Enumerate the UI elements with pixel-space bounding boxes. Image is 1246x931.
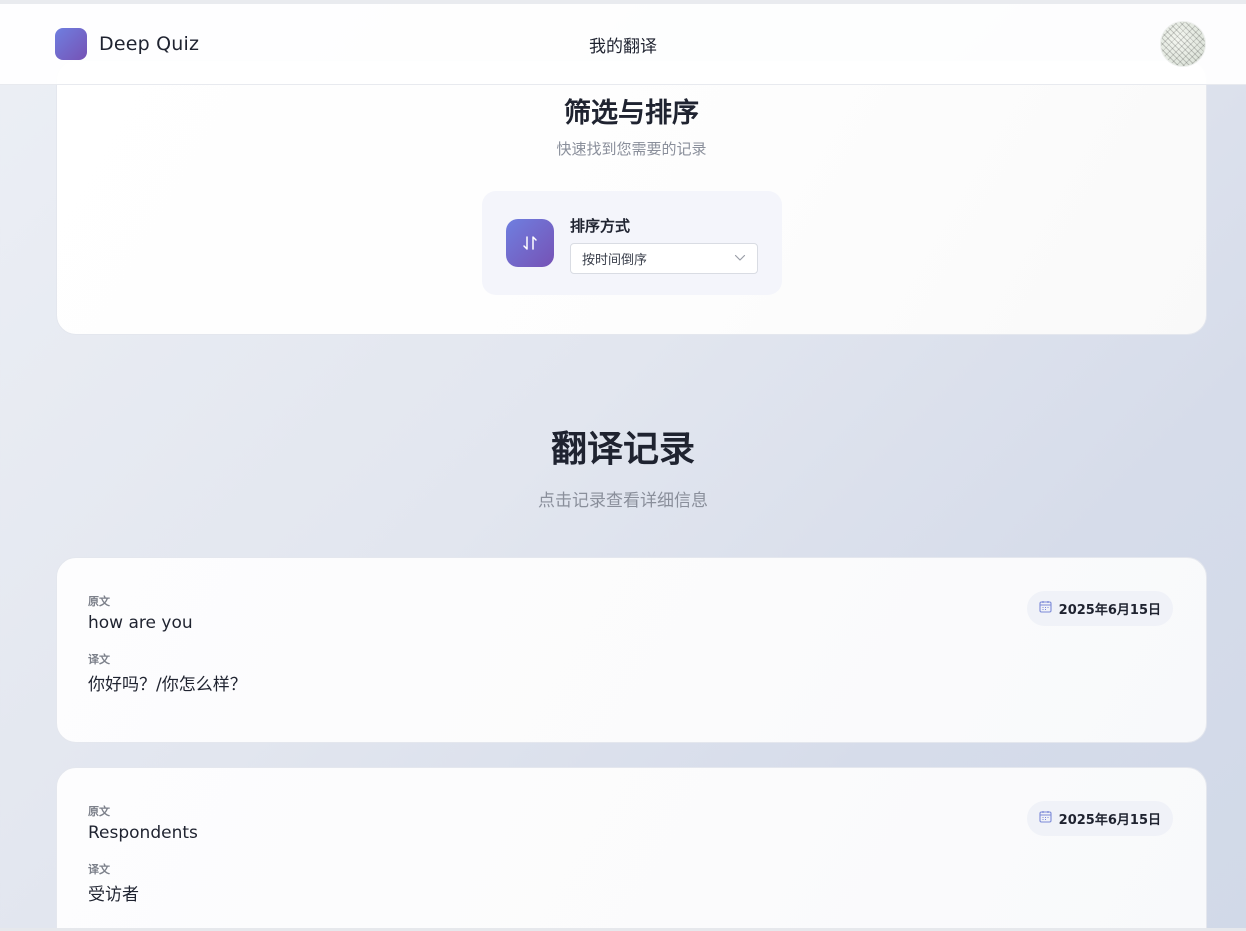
target-label: 译文 xyxy=(88,863,110,876)
sort-select-value: 按时间倒序 xyxy=(582,253,648,268)
records-title: 翻译记录 xyxy=(550,429,695,470)
calendar-icon xyxy=(1039,810,1052,827)
sort-arrows-icon xyxy=(506,219,554,267)
source-text: how are you xyxy=(88,613,193,633)
target-text: 你好吗？/你怎么样？ xyxy=(88,675,247,695)
user-avatar[interactable] xyxy=(1160,21,1206,67)
sort-select[interactable]: 按时间倒序 xyxy=(570,243,758,274)
filter-title: 筛选与排序 xyxy=(564,98,699,129)
record-card[interactable]: 原文 Respondents 译文 受访者 2025年6月15日 xyxy=(56,767,1207,931)
chevron-down-icon xyxy=(734,251,746,266)
date-text: 2025年6月15日 xyxy=(1058,603,1161,618)
records-subtitle: 点击记录查看详细信息 xyxy=(538,491,708,511)
sort-panel: 排序方式 按时间倒序 xyxy=(482,191,782,295)
date-badge: 2025年6月15日 xyxy=(1026,801,1173,836)
brand-name: Deep Quiz xyxy=(99,33,200,55)
app-logo xyxy=(55,28,87,60)
brand[interactable]: Deep Quiz xyxy=(55,28,199,60)
source-text: Respondents xyxy=(88,823,198,843)
date-badge: 2025年6月15日 xyxy=(1026,591,1173,626)
sort-label: 排序方式 xyxy=(570,217,631,235)
page-title: 我的翻译 xyxy=(589,36,657,57)
record-card[interactable]: 原文 how are you 译文 你好吗？/你怎么样？ 2025年6月15日 xyxy=(56,557,1207,743)
filter-sort-card: 筛选与排序 快速找到您需要的记录 排序方式 按时间倒序 xyxy=(56,60,1207,335)
filter-subtitle: 快速找到您需要的记录 xyxy=(556,140,707,158)
target-label: 译文 xyxy=(88,653,110,666)
source-label: 原文 xyxy=(88,595,110,608)
date-text: 2025年6月15日 xyxy=(1058,813,1161,828)
calendar-icon xyxy=(1039,600,1052,617)
app-header: Deep Quiz 我的翻译 xyxy=(0,4,1246,85)
target-text: 受访者 xyxy=(88,885,139,905)
source-label: 原文 xyxy=(88,805,110,818)
